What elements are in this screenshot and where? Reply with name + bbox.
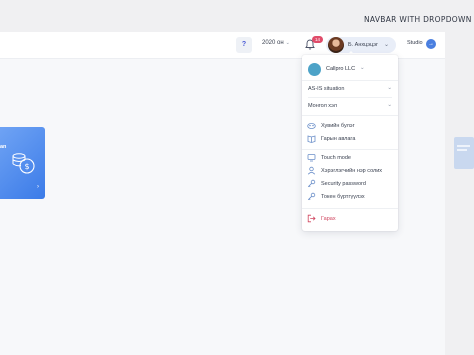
menu-item-touch-mode[interactable]: Touch mode	[307, 152, 395, 164]
key-icon	[307, 192, 316, 201]
menu-item-label: Security password	[321, 181, 366, 187]
language-select[interactable]: Монгол хэл ⌄	[308, 100, 392, 112]
menu-item-label: Токен бүртгүүлэх	[321, 194, 365, 200]
situation-select-label: AS-IS situation	[308, 86, 345, 92]
chevron-down-icon: ⌄	[360, 65, 365, 71]
page-caption: NAVBAR WITH DROPDOWN	[364, 15, 472, 24]
background-card	[454, 137, 474, 169]
situation-select[interactable]: AS-IS situation ⌄	[308, 83, 392, 95]
studio-link[interactable]: Studio	[407, 40, 423, 46]
help-button[interactable]: ?	[236, 37, 252, 53]
chevron-right-icon: ›	[37, 184, 39, 190]
company-switcher[interactable]: Callpro LLC ⌄	[302, 61, 398, 77]
language-select-label: Монгол хэл	[308, 103, 337, 109]
chevron-down-icon: ⌄	[384, 42, 390, 48]
menu-item-security-password[interactable]: Security password	[307, 178, 395, 190]
group-icon	[307, 123, 316, 129]
coins-icon: $	[12, 153, 35, 174]
user-dropdown-menu: Callpro LLC ⌄ AS-IS situation ⌄ Монгол х…	[302, 55, 398, 231]
book-icon	[307, 135, 316, 143]
logout-button[interactable]: Гарах	[307, 213, 395, 225]
key-icon	[307, 179, 316, 188]
user-icon	[307, 166, 316, 175]
notification-badge: 14	[312, 36, 323, 43]
user-menu-button[interactable]: Б. Анхцэцэг ⌄	[326, 37, 396, 53]
chevron-down-icon: ⌄	[387, 102, 392, 108]
menu-item-label: Touch mode	[321, 155, 351, 161]
arrow-right-icon[interactable]: →	[426, 39, 436, 49]
divider	[302, 115, 398, 116]
svg-text:$: $	[24, 162, 29, 171]
divider	[302, 208, 398, 209]
menu-item-change-username[interactable]: Хэрэглэгчийн нэр солих	[307, 165, 395, 177]
year-select[interactable]: 2020 он ⌄	[262, 40, 290, 46]
chevron-down-icon: ⌄	[387, 85, 392, 91]
divider	[302, 149, 398, 150]
menu-item-register-token[interactable]: Токен бүртгүүлэх	[307, 191, 395, 203]
summary-card[interactable]: an $ ›	[0, 127, 45, 199]
menu-item-personal-group[interactable]: Хувийн булэг	[307, 120, 395, 132]
avatar	[328, 37, 344, 53]
logout-label: Гарах	[321, 216, 336, 222]
logout-icon	[307, 214, 316, 223]
user-name: Б. Анхцэцэг	[348, 42, 379, 48]
menu-item-label: Хувийн булэг	[321, 123, 355, 129]
menu-item-label: Гарын авлага	[321, 136, 356, 142]
card-label: an	[0, 144, 7, 150]
company-name: Callpro LLC	[326, 66, 356, 72]
menu-item-manual[interactable]: Гарын авлага	[307, 133, 395, 145]
divider	[308, 97, 392, 98]
chevron-down-icon: ⌄	[285, 40, 290, 46]
divider	[302, 80, 398, 81]
year-value: 2020 он	[262, 40, 284, 46]
touch-icon	[307, 154, 316, 162]
menu-item-label: Хэрэглэгчийн нэр солих	[321, 168, 383, 174]
company-logo	[308, 63, 321, 76]
